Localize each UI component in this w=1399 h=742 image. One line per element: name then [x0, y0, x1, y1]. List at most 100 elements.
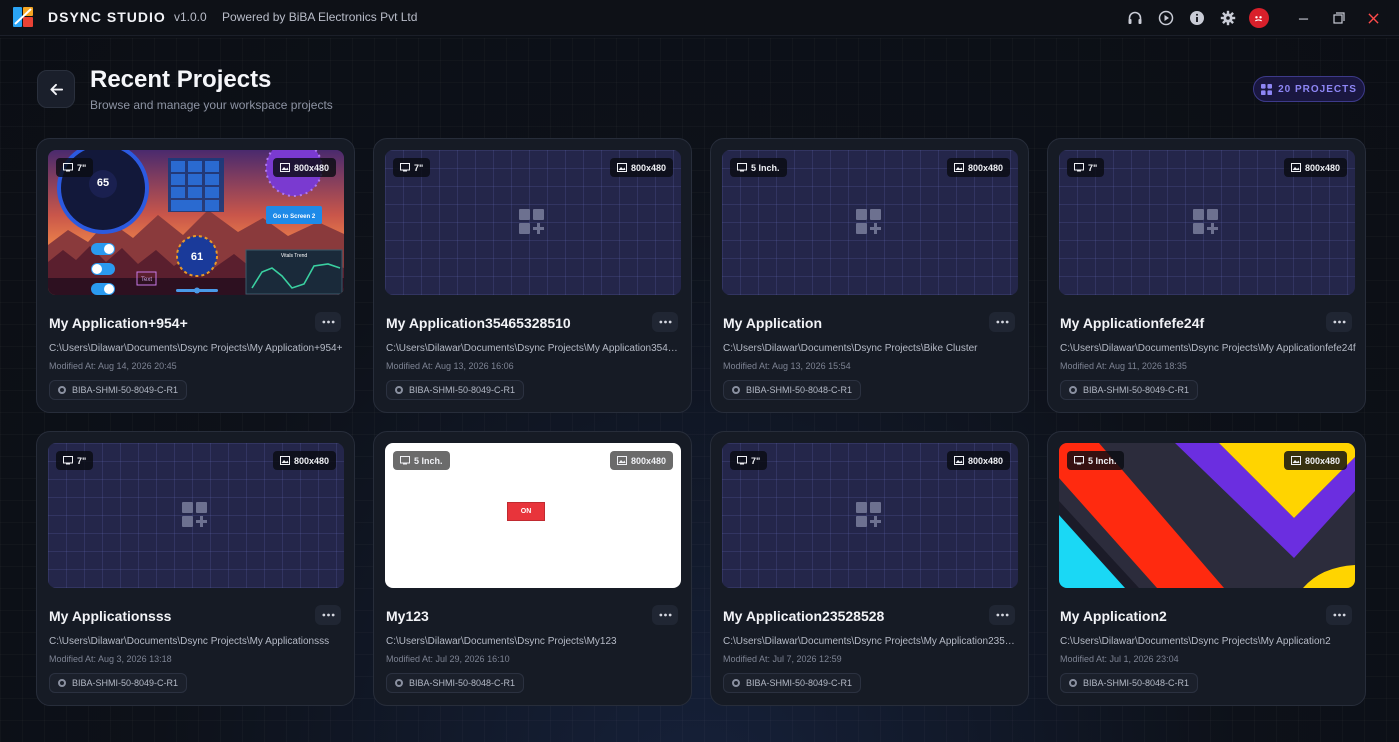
project-card[interactable]: 5 Inch. 800x480 My Application2 C:\Users… — [1047, 431, 1366, 706]
page-title: Recent Projects — [90, 66, 272, 93]
support-button[interactable] — [1119, 0, 1150, 36]
device-label: BIBA-SHMI-50-8048-C-R1 — [409, 678, 516, 688]
project-more-button[interactable] — [652, 312, 678, 332]
display-icon — [1074, 456, 1084, 465]
project-card[interactable]: 7" 800x480 My Application23528528 C:\Use… — [710, 431, 1029, 706]
project-path: C:\Users\Dilawar\Documents\Dsync Project… — [386, 343, 682, 354]
device-chip: BIBA-SHMI-50-8048-C-R1 — [723, 380, 862, 400]
image-icon — [616, 163, 627, 172]
project-card[interactable]: 7" 800x480 My Applicationsss C:\Users\Di… — [36, 431, 355, 706]
project-thumbnail: 5 Inch. 800x480 — [722, 150, 1018, 295]
project-path: C:\Users\Dilawar\Documents\Dsync Project… — [723, 636, 1019, 647]
project-thumbnail: 7" 800x480 — [48, 443, 344, 588]
project-card[interactable]: 65 Go to Screen 2 61 Text Vitals Trend 7… — [36, 138, 355, 413]
maximize-icon — [1332, 12, 1345, 24]
page-subtitle: Browse and manage your workspace project… — [90, 98, 333, 112]
project-card[interactable]: 7" 800x480 My Application35465328510 C:\… — [373, 138, 692, 413]
screen-size-label: 7" — [1088, 162, 1098, 173]
run-button[interactable] — [1150, 0, 1181, 36]
device-chip: BIBA-SHMI-50-8048-C-R1 — [1060, 673, 1199, 693]
device-label: BIBA-SHMI-50-8049-C-R1 — [72, 678, 179, 688]
gear-icon — [1220, 10, 1235, 26]
project-more-button[interactable] — [989, 605, 1015, 625]
chip-icon — [395, 386, 403, 394]
chip-icon — [395, 679, 403, 687]
minimize-icon — [1298, 18, 1309, 20]
project-name: My123 — [386, 608, 429, 624]
more-horizontal-icon — [321, 320, 335, 324]
screen-size-pill: 7" — [730, 451, 768, 470]
close-button[interactable] — [1356, 0, 1391, 36]
resolution-label: 800x480 — [1304, 455, 1340, 466]
project-name: My Application35465328510 — [386, 315, 571, 331]
settings-button[interactable] — [1212, 0, 1243, 36]
image-icon — [1290, 456, 1301, 465]
resolution-pill: 800x480 — [609, 158, 673, 177]
project-thumbnail: 5 Inch. 800x480 — [1059, 443, 1355, 588]
project-path: C:\Users\Dilawar\Documents\Dsync Project… — [49, 636, 330, 647]
chip-icon — [1069, 679, 1077, 687]
project-name: My Application23528528 — [723, 608, 885, 624]
project-path: C:\Users\Dilawar\Documents\Dsync Project… — [386, 636, 617, 647]
device-label: BIBA-SHMI-50-8049-C-R1 — [746, 678, 853, 688]
screen-size-pill: 7" — [1067, 158, 1105, 177]
resolution-pill: 800x480 — [272, 451, 336, 470]
project-more-button[interactable] — [1326, 605, 1352, 625]
project-more-button[interactable] — [989, 312, 1015, 332]
screen-size-pill: 7" — [393, 158, 431, 177]
device-label: BIBA-SHMI-50-8049-C-R1 — [72, 385, 179, 395]
display-icon — [63, 163, 73, 172]
add-widget-placeholder-icon — [1193, 209, 1218, 234]
more-horizontal-icon — [658, 320, 672, 324]
user-menu-button[interactable] — [1243, 0, 1274, 36]
gauge-readout: 61 — [191, 251, 203, 263]
screen-size-label: 5 Inch. — [414, 455, 443, 466]
arrow-left-icon — [49, 83, 63, 95]
project-modified: Modified At: Jul 29, 2026 16:10 — [386, 654, 510, 664]
add-widget-placeholder-icon — [856, 209, 881, 234]
maximize-button[interactable] — [1321, 0, 1356, 36]
image-icon — [279, 456, 290, 465]
image-icon — [279, 163, 290, 172]
screen-size-pill: 7" — [56, 451, 94, 470]
project-name: My Applicationsss — [49, 608, 172, 624]
more-horizontal-icon — [321, 613, 335, 617]
project-name: My Applicationfefe24f — [1060, 315, 1205, 331]
project-card[interactable]: 7" 800x480 My Applicationfefe24f C:\User… — [1047, 138, 1366, 413]
back-button[interactable] — [37, 70, 75, 108]
project-path: C:\Users\Dilawar\Documents\Dsync Project… — [1060, 343, 1356, 354]
resolution-pill: 800x480 — [1283, 158, 1347, 177]
resolution-pill: 800x480 — [272, 158, 336, 177]
resolution-pill: 800x480 — [946, 158, 1010, 177]
more-horizontal-icon — [1332, 613, 1346, 617]
more-horizontal-icon — [658, 613, 672, 617]
screen-size-pill: 7" — [56, 158, 94, 177]
project-more-button[interactable] — [315, 605, 341, 625]
resolution-label: 800x480 — [967, 162, 1003, 173]
screen-size-pill: 5 Inch. — [393, 451, 450, 470]
play-icon — [1158, 10, 1173, 26]
app-logo-icon — [13, 7, 33, 27]
resolution-pill: 800x480 — [1283, 451, 1347, 470]
on-button-preview: ON — [507, 502, 545, 521]
minimize-button[interactable] — [1286, 0, 1321, 36]
screen-size-label: 7" — [77, 162, 87, 173]
device-label: BIBA-SHMI-50-8049-C-R1 — [409, 385, 516, 395]
project-more-button[interactable] — [315, 312, 341, 332]
add-widget-placeholder-icon — [182, 502, 207, 527]
image-icon — [1290, 163, 1301, 172]
resolution-label: 800x480 — [293, 162, 329, 173]
project-path: C:\Users\Dilawar\Documents\Dsync Project… — [723, 343, 978, 354]
resolution-label: 800x480 — [293, 455, 329, 466]
project-path: C:\Users\Dilawar\Documents\Dsync Project… — [1060, 636, 1331, 647]
project-more-button[interactable] — [652, 605, 678, 625]
project-thumbnail: 65 Go to Screen 2 61 Text Vitals Trend 7… — [48, 150, 344, 295]
info-button[interactable] — [1181, 0, 1212, 36]
project-modified: Modified At: Aug 13, 2026 16:06 — [386, 361, 514, 371]
project-card[interactable]: ON 5 Inch. 800x480 My123 C:\Users\Dilawa… — [373, 431, 692, 706]
speed-readout: 65 — [97, 177, 109, 189]
project-name: My Application+954+ — [49, 315, 188, 331]
display-icon — [400, 456, 410, 465]
project-more-button[interactable] — [1326, 312, 1352, 332]
project-card[interactable]: 5 Inch. 800x480 My Application C:\Users\… — [710, 138, 1029, 413]
